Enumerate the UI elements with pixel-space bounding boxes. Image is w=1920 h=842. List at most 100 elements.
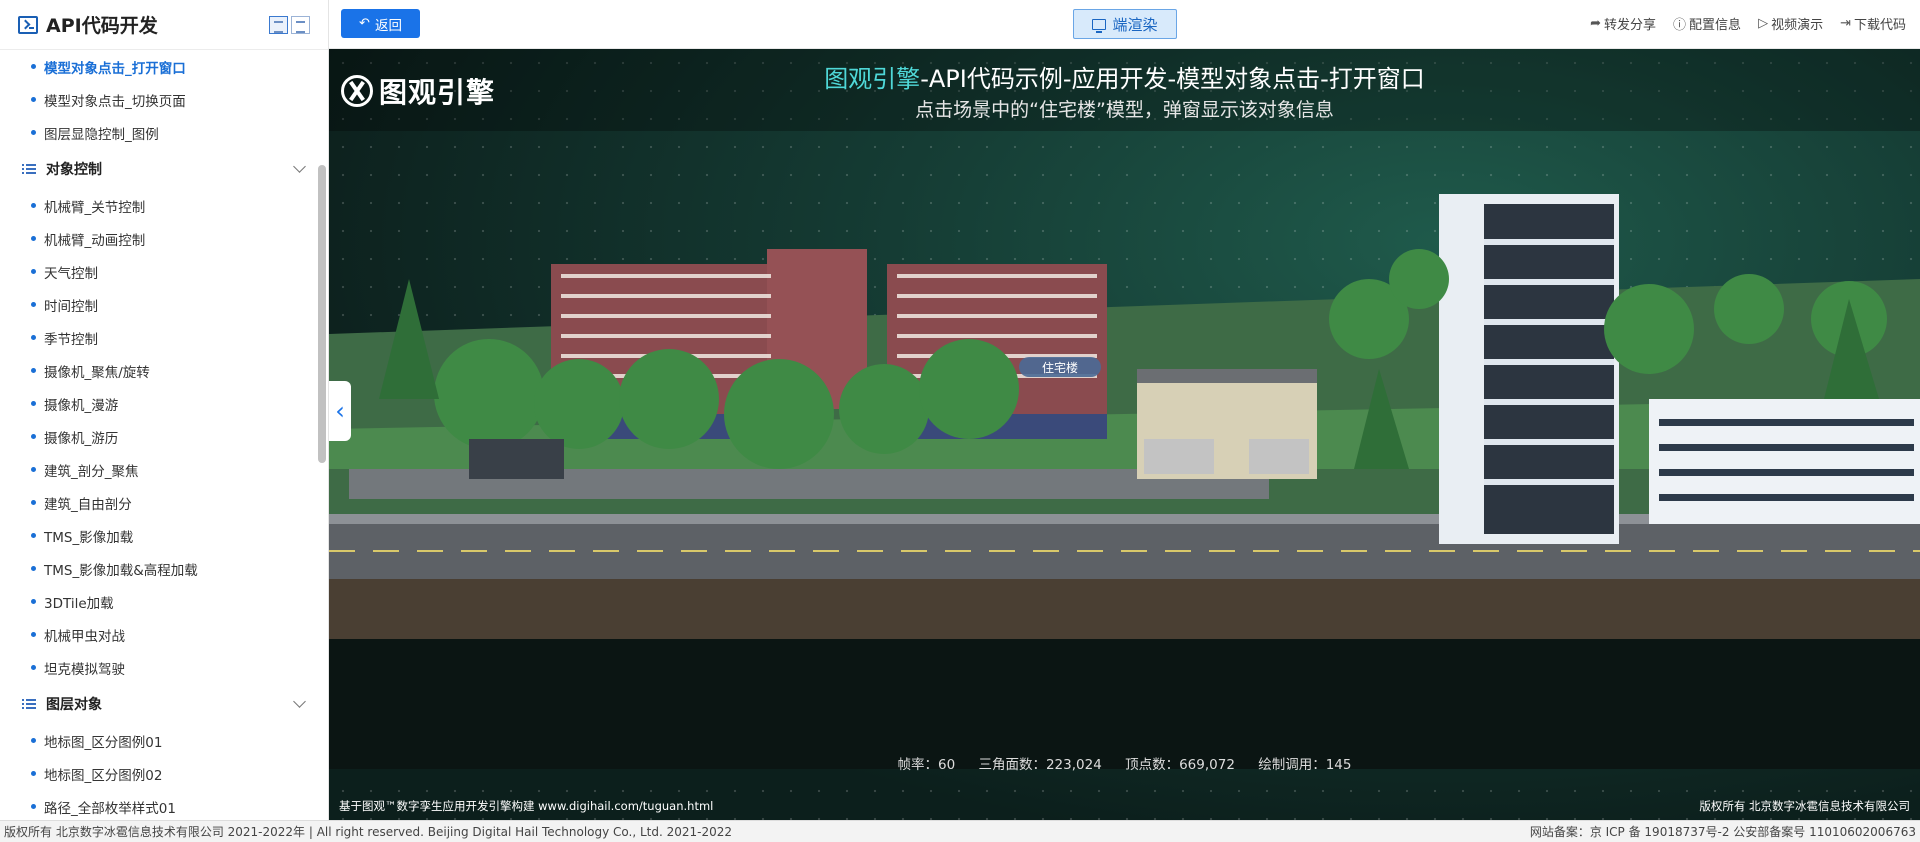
bullet-icon bbox=[31, 269, 36, 274]
grid-view-icon[interactable] bbox=[269, 15, 288, 34]
bullet-icon bbox=[31, 738, 36, 743]
sidebar-item[interactable]: 摄像机_聚焦/旋转 bbox=[0, 354, 328, 387]
building-label: 住宅楼 bbox=[1042, 360, 1078, 375]
sidebar-item-label: TMS_影像加载&高程加载 bbox=[44, 562, 198, 579]
bullet-icon bbox=[31, 771, 36, 776]
bullet-icon bbox=[31, 335, 36, 340]
back-button[interactable]: ↶ 返回 bbox=[341, 9, 420, 38]
sidebar-item-label: 机械臂_关节控制 bbox=[44, 199, 146, 216]
bullet-icon bbox=[31, 500, 36, 505]
sidebar-item-label: 路径_全部枚举样式01 bbox=[44, 800, 176, 817]
image-view-icon[interactable] bbox=[291, 15, 310, 34]
sidebar-item[interactable]: 3DTile加载 bbox=[0, 585, 328, 618]
sidebar-item[interactable]: 建筑_自由剖分 bbox=[0, 486, 328, 519]
sidebar-item-label: 模型对象点击_打开窗口 bbox=[44, 60, 186, 77]
sidebar-item[interactable]: 模型对象点击_打开窗口 bbox=[0, 50, 328, 83]
footer-icp: 网站备案：京 ICP 备 19018737号-2 公安部备案号 11010602… bbox=[1529, 825, 1916, 839]
monitor-icon bbox=[1092, 18, 1107, 33]
sidebar-item-label: 地标图_区分图例02 bbox=[44, 767, 163, 784]
sidebar-item-label: 地标图_区分图例01 bbox=[44, 734, 163, 751]
sidebar-item-label: 建筑_剖分_聚焦 bbox=[44, 463, 139, 480]
bullet-icon bbox=[31, 64, 36, 69]
scene-viewer[interactable]: 住宅楼 图观引擎 图观引擎-API代码示例-应用开发-模型对象点击-打开窗口 点… bbox=[329, 49, 1920, 820]
bullet-icon bbox=[31, 467, 36, 472]
chevron-down-icon bbox=[293, 695, 306, 708]
sidebar-item-label: 图层显隐控制_图例 bbox=[44, 126, 159, 143]
sidebar-item[interactable]: TMS_影像加载 bbox=[0, 519, 328, 552]
sidebar-item-label: 建筑_自由剖分 bbox=[44, 496, 132, 513]
render-stats: 帧率：60 三角面数：223,024 顶点数：669,072 绘制调用：145 bbox=[329, 753, 1920, 773]
sidebar-header: API代码开发 bbox=[0, 0, 328, 50]
triangle-stat: 三角面数：223,024 bbox=[978, 757, 1102, 773]
terminal-icon bbox=[18, 15, 38, 34]
back-arrow-icon: ↶ bbox=[359, 16, 370, 31]
bullet-icon bbox=[31, 302, 36, 307]
sidebar-item[interactable]: 建筑_剖分_聚焦 bbox=[0, 453, 328, 486]
share-button[interactable]: ➦ 转发分享 bbox=[1590, 14, 1656, 33]
view-toggle bbox=[269, 15, 310, 34]
sidebar-item[interactable]: 摄像机_游历 bbox=[0, 420, 328, 453]
sidebar-item-label: 天气控制 bbox=[44, 265, 98, 282]
scene-title: 图观引擎-API代码示例-应用开发-模型对象点击-打开窗口 bbox=[824, 65, 1425, 93]
sidebar-item-label: 模型对象点击_切换页面 bbox=[44, 93, 186, 110]
sidebar-item-label: 季节控制 bbox=[44, 331, 98, 348]
page-footer: 版权所有 北京数字冰雹信息技术有限公司 2021-2022年 | All rig… bbox=[0, 820, 1920, 842]
sidebar-item[interactable]: 时间控制 bbox=[0, 288, 328, 321]
sidebar-item[interactable]: 机械甲虫对战 bbox=[0, 618, 328, 651]
sidebar-item[interactable]: 季节控制 bbox=[0, 321, 328, 354]
list-icon bbox=[22, 163, 36, 175]
play-icon: ▷ bbox=[1758, 16, 1769, 31]
sidebar-group[interactable]: 图层对象 bbox=[0, 684, 328, 724]
bullet-icon bbox=[31, 599, 36, 604]
sidebar-item-label: 机械甲虫对战 bbox=[44, 628, 125, 645]
top-actions: ➦ 转发分享 ⓘ 配置信息 ▷ 视频演示 ⇥ 下载代码 bbox=[1590, 14, 1906, 33]
sidebar-item[interactable]: 摄像机_漫游 bbox=[0, 387, 328, 420]
sidebar-item-label: 摄像机_游历 bbox=[44, 430, 119, 447]
info-icon: ⓘ bbox=[1673, 18, 1687, 33]
top-bar: ↶ 返回 端渲染 ➦ 转发分享 ⓘ 配置信息 ▷ 视频演示 ⇥ 下载代码 bbox=[329, 0, 1920, 49]
video-demo-button[interactable]: ▷ 视频演示 bbox=[1758, 14, 1823, 33]
sidebar-group[interactable]: 对象控制 bbox=[0, 149, 328, 189]
sidebar: API代码开发 模型对象点击_打开窗口 模型对象点击_切换页面 图层显隐控制_图例对… bbox=[0, 0, 329, 820]
bullet-icon bbox=[31, 401, 36, 406]
download-icon: ⇥ bbox=[1840, 16, 1851, 31]
vertex-stat: 顶点数：669,072 bbox=[1125, 757, 1235, 773]
sidebar-item[interactable]: 坦克模拟驾驶 bbox=[0, 651, 328, 684]
sidebar-item[interactable]: 天气控制 bbox=[0, 255, 328, 288]
sidebar-item[interactable]: 地标图_区分图例01 bbox=[0, 724, 328, 757]
city-scene[interactable]: 住宅楼 bbox=[329, 169, 1920, 769]
sidebar-item[interactable]: 机械臂_动画控制 bbox=[0, 222, 328, 255]
bullet-icon bbox=[31, 665, 36, 670]
sidebar-group-label: 图层对象 bbox=[46, 697, 102, 713]
sidebar-item[interactable]: 模型对象点击_切换页面 bbox=[0, 83, 328, 116]
collapse-sidebar-button[interactable]: ‹ bbox=[329, 381, 351, 441]
sidebar-item-label: 3DTile加载 bbox=[44, 595, 114, 612]
sidebar-item[interactable]: 图层显隐控制_图例 bbox=[0, 116, 328, 149]
sidebar-item[interactable]: TMS_影像加载&高程加载 bbox=[0, 552, 328, 585]
fps-stat: 帧率：60 bbox=[897, 757, 956, 773]
sidebar-item-label: 摄像机_漫游 bbox=[44, 397, 119, 414]
sidebar-list: 模型对象点击_打开窗口 模型对象点击_切换页面 图层显隐控制_图例 对象控制机械臂_关… bbox=[0, 50, 328, 820]
sidebar-item[interactable]: 机械臂_关节控制 bbox=[0, 189, 328, 222]
bullet-icon bbox=[31, 434, 36, 439]
chevron-down-icon bbox=[293, 160, 306, 173]
footer-copyright: 版权所有 北京数字冰雹信息技术有限公司 2021-2022年 | All rig… bbox=[4, 825, 733, 839]
drawcall-stat: 绘制调用：145 bbox=[1258, 757, 1352, 773]
sidebar-item-label: 机械臂_动画控制 bbox=[44, 232, 146, 249]
sidebar-title: API代码开发 bbox=[46, 15, 158, 37]
chevron-left-icon: ‹ bbox=[335, 397, 345, 425]
download-code-button[interactable]: ⇥ 下载代码 bbox=[1840, 14, 1906, 33]
engine-credit: 基于图观™数字孪生应用开发引擎构建 www.digihail.com/tugua… bbox=[339, 799, 714, 813]
sidebar-item[interactable]: 地标图_区分图例02 bbox=[0, 757, 328, 790]
sidebar-scrollbar[interactable] bbox=[318, 165, 326, 463]
sidebar-item-label: TMS_影像加载 bbox=[44, 529, 134, 546]
sidebar-item[interactable]: 路径_全部枚举样式01 bbox=[0, 790, 328, 820]
sidebar-group-label: 对象控制 bbox=[46, 162, 102, 178]
bullet-icon bbox=[31, 804, 36, 809]
render-mode-button[interactable]: 端渲染 bbox=[1073, 9, 1177, 39]
bullet-icon bbox=[31, 203, 36, 208]
bullet-icon bbox=[31, 97, 36, 102]
bullet-icon bbox=[31, 533, 36, 538]
share-icon: ➦ bbox=[1590, 16, 1602, 31]
config-info-button[interactable]: ⓘ 配置信息 bbox=[1673, 14, 1741, 33]
